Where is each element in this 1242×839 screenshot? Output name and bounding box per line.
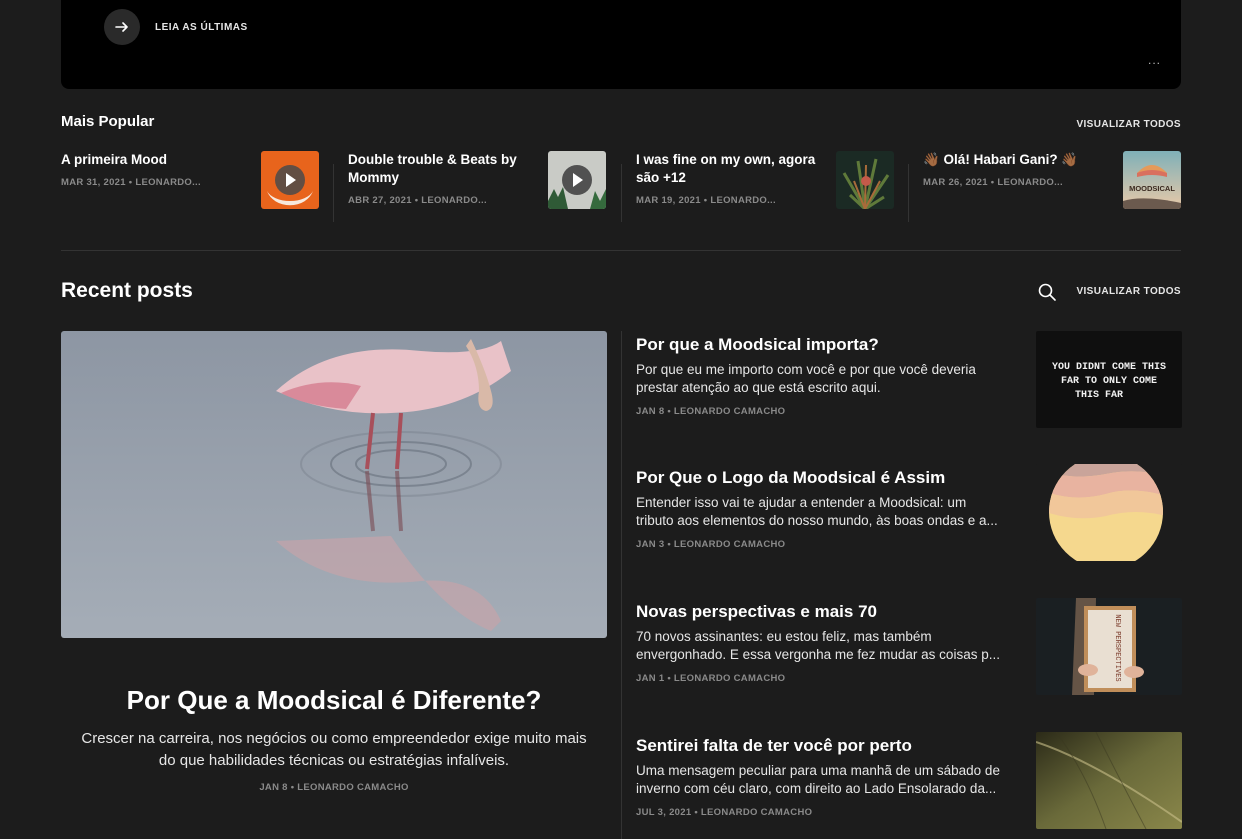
divider xyxy=(621,331,622,839)
popular-item-title[interactable]: A primeira Mood xyxy=(61,151,246,169)
moodsical-logo-thumbnail[interactable] xyxy=(1036,464,1182,561)
popular-view-all-link[interactable]: VISUALIZAR TODOS xyxy=(1076,119,1181,130)
svg-text:NEW PERSPECTIVES: NEW PERSPECTIVES xyxy=(1113,614,1121,681)
popular-item[interactable]: Double trouble & Beats by Mommy ABR 27, … xyxy=(348,151,606,221)
popular-item-title[interactable]: I was fine on my own, agora são +12 xyxy=(636,151,821,187)
popular-item-meta: MAR 31, 2021 • LEONARDO... xyxy=(61,177,201,188)
post-meta: JAN 3 • LEONARDO CAMACHO xyxy=(636,539,786,550)
post-title[interactable]: Sentirei falta de ter você por perto xyxy=(636,736,912,756)
svg-text:THIS FAR: THIS FAR xyxy=(1075,390,1123,401)
plant-thumbnail[interactable] xyxy=(836,151,894,209)
post-item[interactable]: Por que a Moodsical importa? Por que eu … xyxy=(636,331,1182,435)
featured-post-title[interactable]: Por Que a Moodsical é Diferente? xyxy=(61,685,607,716)
leaf-thumbnail[interactable] xyxy=(1036,732,1182,829)
letterboard-thumbnail[interactable]: NEW PERSPECTIVES xyxy=(1036,598,1182,695)
featured-post-meta: JAN 8 • LEONARDO CAMACHO xyxy=(259,782,409,793)
divider xyxy=(908,164,909,222)
popular-item-title[interactable]: 👋🏾 Olá! Habari Gani? 👋🏾 xyxy=(923,151,1108,169)
featured-post-excerpt: Crescer na carreira, nos negócios ou com… xyxy=(81,730,587,769)
divider xyxy=(621,164,622,222)
popular-item-meta: MAR 19, 2021 • LEONARDO... xyxy=(636,195,776,206)
more-options-icon[interactable]: ... xyxy=(1148,53,1161,67)
post-item[interactable]: Por Que o Logo da Moodsical é Assim Ente… xyxy=(636,464,1182,568)
post-excerpt: 70 novos assinantes: eu estou feliz, mas… xyxy=(636,629,1000,662)
quote-thumbnail[interactable]: YOU DIDNT COME THIS FAR TO ONLY COME THI… xyxy=(1036,331,1182,428)
svg-text:FAR TO ONLY COME: FAR TO ONLY COME xyxy=(1061,376,1157,387)
popular-item-meta: MAR 26, 2021 • LEONARDO... xyxy=(923,177,1063,188)
svg-text:MOODSICAL: MOODSICAL xyxy=(1129,184,1175,193)
hero-banner: LEIA AS ÚLTIMAS ... xyxy=(61,0,1181,89)
popular-item-meta: ABR 27, 2021 • LEONARDO... xyxy=(348,195,487,206)
arrow-right-icon xyxy=(115,22,128,32)
post-excerpt: Entender isso vai te ajudar a entender a… xyxy=(636,495,998,528)
post-meta: JAN 1 • LEONARDO CAMACHO xyxy=(636,673,786,684)
post-title[interactable]: Por Que o Logo da Moodsical é Assim xyxy=(636,468,945,488)
popular-item[interactable]: 👋🏾 Olá! Habari Gani? 👋🏾 MAR 26, 2021 • L… xyxy=(923,151,1181,221)
popular-item[interactable]: I was fine on my own, agora são +12 MAR … xyxy=(636,151,894,221)
recent-section-title: Recent posts xyxy=(61,279,193,302)
post-title[interactable]: Por que a Moodsical importa? xyxy=(636,335,879,355)
recent-view-all-link[interactable]: VISUALIZAR TODOS xyxy=(1076,286,1181,297)
svg-text:YOU DIDNT COME THIS: YOU DIDNT COME THIS xyxy=(1052,362,1166,373)
popular-item[interactable]: A primeira Mood MAR 31, 2021 • LEONARDO.… xyxy=(61,151,319,221)
featured-post-image[interactable] xyxy=(61,331,607,638)
read-latest-label[interactable]: LEIA AS ÚLTIMAS xyxy=(155,22,248,33)
section-divider xyxy=(61,250,1181,251)
post-excerpt: Uma mensagem peculiar para uma manhã de … xyxy=(636,763,1000,796)
post-excerpt: Por que eu me importo com você e por que… xyxy=(636,362,976,395)
post-title[interactable]: Novas perspectivas e mais 70 xyxy=(636,602,877,622)
post-meta: JUL 3, 2021 • LEONARDO CAMACHO xyxy=(636,807,813,818)
post-item[interactable]: Sentirei falta de ter você por perto Uma… xyxy=(636,732,1182,836)
orange-play-thumbnail[interactable] xyxy=(261,151,319,209)
gray-play-thumbnail[interactable] xyxy=(548,151,606,209)
popular-item-title[interactable]: Double trouble & Beats by Mommy xyxy=(348,151,533,187)
search-icon[interactable] xyxy=(1037,282,1057,302)
post-meta: JAN 8 • LEONARDO CAMACHO xyxy=(636,406,786,417)
read-latest-button[interactable] xyxy=(104,9,140,45)
popular-section-title: Mais Popular xyxy=(61,113,155,130)
moodsical-logo-thumbnail[interactable]: MOODSICAL xyxy=(1123,151,1181,209)
divider xyxy=(333,164,334,222)
post-item[interactable]: Novas perspectivas e mais 70 70 novos as… xyxy=(636,598,1182,702)
